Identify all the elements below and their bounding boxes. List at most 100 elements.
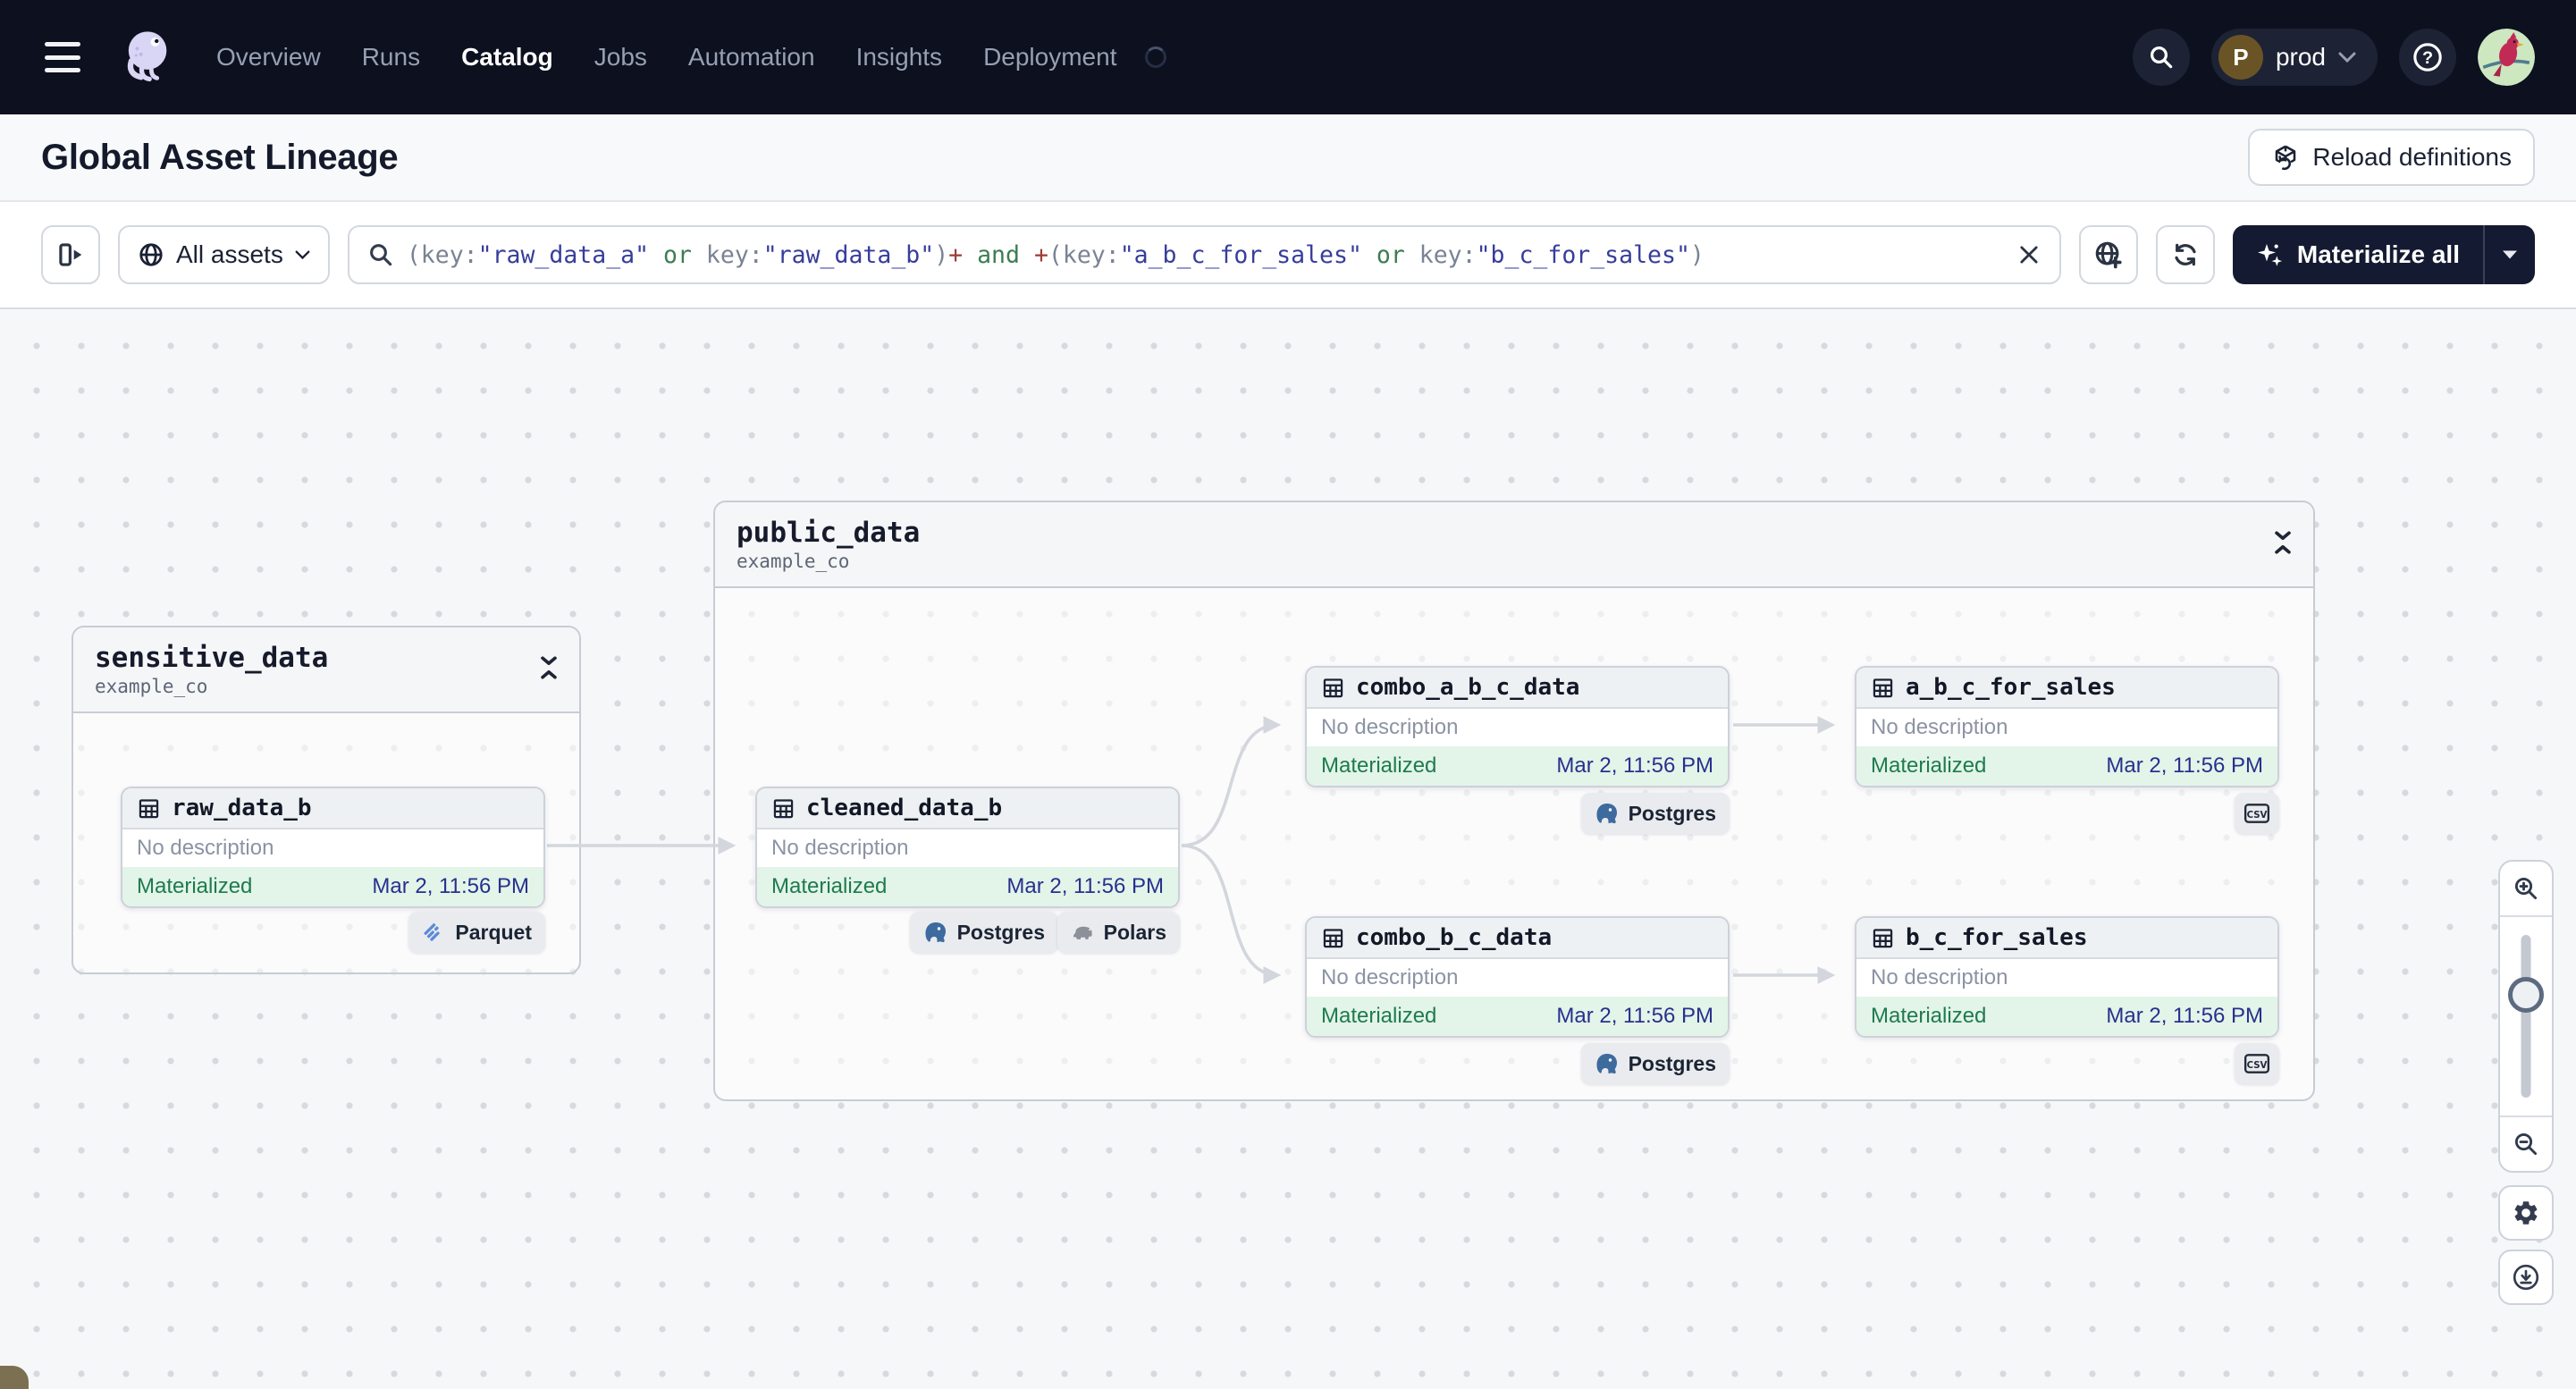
reload-definitions-button[interactable]: Reload definitions [2248, 129, 2535, 186]
asset-status: Materialized [1871, 1004, 1987, 1028]
group-header: sensitive_data example_co [73, 627, 579, 713]
user-avatar[interactable] [2478, 29, 2535, 86]
asset-scope-dropdown[interactable]: All assets [118, 225, 330, 284]
zoom-out-button[interactable] [2500, 1115, 2552, 1171]
collapse-icon [541, 656, 557, 679]
caret-down-icon [2503, 250, 2517, 259]
lineage-toolbar: All assets (key:"raw_data_a" or key:"raw… [0, 202, 2576, 309]
collapse-group-button[interactable] [2272, 529, 2294, 556]
asset-filter-input[interactable]: (key:"raw_data_a" or key:"raw_data_b")+ … [347, 225, 2061, 284]
tag-csv[interactable]: CSV [2235, 1043, 2279, 1084]
tag-label: Postgres [1628, 1051, 1716, 1075]
nav-link-jobs[interactable]: Jobs [594, 43, 647, 72]
download-graph-button[interactable] [2498, 1250, 2554, 1305]
nav-link-automation[interactable]: Automation [688, 43, 815, 72]
collapse-group-button[interactable] [538, 654, 560, 681]
reload-cube-icon [2276, 145, 2296, 171]
materialize-options-button[interactable] [2485, 225, 2535, 284]
tag-postgres[interactable]: Postgres [1580, 1043, 1730, 1084]
reload-definitions-label: Reload definitions [2312, 143, 2512, 171]
asset-status: Materialized [771, 874, 888, 898]
help-button[interactable]: ? [2399, 29, 2456, 86]
nav-link-deployment[interactable]: Deployment [983, 43, 1116, 72]
page-header: Global Asset Lineage Reload definitions [0, 114, 2576, 202]
table-icon [773, 798, 794, 818]
lineage-canvas[interactable]: sensitive_data example_co public_data ex… [0, 309, 2576, 1389]
parquet-icon [424, 922, 441, 941]
svg-text:CSV: CSV [2247, 1061, 2268, 1071]
asset-timestamp: Mar 2, 11:56 PM [1006, 874, 1164, 898]
collapse-icon [2275, 531, 2291, 554]
open-panel-button[interactable] [41, 225, 100, 284]
materialize-all-split-button: Materialize all [2232, 225, 2535, 284]
search-icon [2150, 46, 2173, 69]
sparkles-icon [2257, 244, 2282, 266]
chevron-down-icon [295, 250, 310, 259]
search-button[interactable] [2132, 29, 2190, 86]
tag-label: Polars [1103, 920, 1166, 944]
asset-description: No description [1321, 715, 1459, 739]
asset-node-a_b_c_for_sales[interactable]: a_b_c_for_sales No description Materiali… [1855, 666, 2279, 787]
new-tab-globe-button[interactable] [2078, 225, 2138, 284]
group-location: example_co [737, 551, 850, 572]
asset-node-b_c_for_sales[interactable]: b_c_for_sales No description Materialize… [1855, 916, 2279, 1038]
asset-name: a_b_c_for_sales [1906, 674, 2116, 701]
asset-status: Materialized [1321, 1004, 1437, 1028]
graph-settings-button[interactable] [2498, 1185, 2554, 1241]
table-icon [139, 798, 159, 818]
tag-label: Postgres [956, 920, 1045, 944]
clear-filter-button[interactable] [2016, 242, 2041, 267]
nav-link-runs[interactable]: Runs [362, 43, 420, 72]
tag-postgres[interactable]: Postgres [909, 912, 1058, 953]
postgres-icon [1596, 804, 1617, 824]
asset-node-header: a_b_c_for_sales [1856, 668, 2277, 709]
deployment-switcher[interactable]: P prod [2210, 29, 2378, 86]
zoom-out-icon [2514, 1132, 2538, 1156]
tag-polars[interactable]: Polars [1056, 912, 1180, 953]
svg-text:?: ? [2422, 48, 2433, 68]
postgres-icon [1596, 1054, 1617, 1074]
asset-node-combo_b_c_data[interactable]: combo_b_c_data No description Materializ… [1305, 916, 1730, 1038]
tag-parquet[interactable]: Parquet [408, 912, 545, 953]
nav-link-overview[interactable]: Overview [216, 43, 321, 72]
zoom-slider-thumb[interactable] [2508, 976, 2544, 1013]
primary-nav-links: Overview Runs Catalog Jobs Automation In… [216, 43, 1167, 72]
asset-name: combo_a_b_c_data [1356, 674, 1580, 701]
refresh-button[interactable] [2155, 225, 2215, 284]
nav-link-insights[interactable]: Insights [856, 43, 943, 72]
loading-spinner-icon [1145, 46, 1167, 68]
asset-timestamp: Mar 2, 11:56 PM [2106, 753, 2263, 778]
asset-name: raw_data_b [172, 795, 312, 821]
question-mark-icon: ? [2413, 43, 2442, 72]
zoom-controls [2498, 860, 2554, 1173]
asset-timestamp: Mar 2, 11:56 PM [1556, 753, 1713, 778]
globe-icon [139, 243, 163, 266]
group-name: sensitive_data [95, 642, 329, 674]
asset-node-raw_data_b[interactable]: raw_data_b No description Materialized M… [121, 787, 545, 908]
gear-icon [2514, 1201, 2538, 1225]
zoom-slider-track[interactable] [2521, 935, 2531, 1098]
zoom-in-button[interactable] [2500, 862, 2552, 917]
tag-postgres[interactable]: Postgres [1580, 793, 1730, 834]
table-icon [1873, 678, 1893, 697]
asset-node-header: b_c_for_sales [1856, 918, 2277, 959]
asset-name: cleaned_data_b [806, 795, 1003, 821]
search-icon [369, 244, 392, 266]
dagster-logo-icon[interactable] [116, 21, 177, 93]
asset-node-header: combo_b_c_data [1307, 918, 1728, 959]
asset-node-header: raw_data_b [122, 788, 543, 829]
refresh-icon [2175, 243, 2196, 266]
deployment-avatar: P [2218, 35, 2263, 80]
tag-csv[interactable]: CSV [2235, 793, 2279, 834]
minimap-corner [0, 1366, 29, 1389]
materialize-all-button[interactable]: Materialize all [2233, 225, 2483, 284]
menu-icon[interactable] [41, 39, 84, 75]
nav-link-catalog[interactable]: Catalog [461, 43, 553, 72]
asset-name: b_c_for_sales [1906, 924, 2088, 951]
zoom-slider[interactable] [2500, 917, 2552, 1115]
asset-node-cleaned_data_b[interactable]: cleaned_data_b No description Materializ… [755, 787, 1180, 908]
group-location: example_co [95, 676, 208, 697]
polars-bear-icon [1073, 926, 1092, 939]
asset-node-combo_a_b_c_data[interactable]: combo_a_b_c_data No description Material… [1305, 666, 1730, 787]
csv-file-icon: CSV [2243, 804, 2270, 823]
